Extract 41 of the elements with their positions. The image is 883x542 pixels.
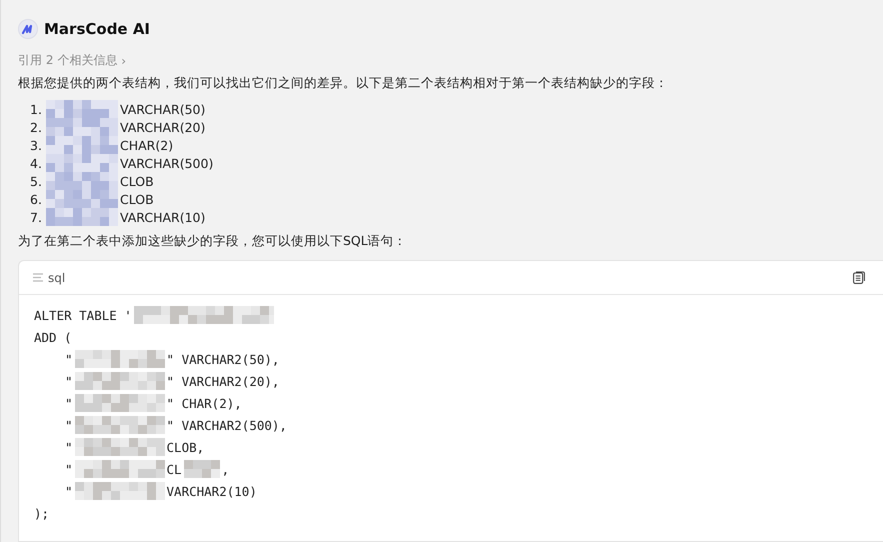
code-text: " <box>65 440 73 454</box>
field-type: VARCHAR(50) <box>120 102 206 116</box>
copy-icon[interactable] <box>853 271 865 284</box>
code-text: ); <box>34 506 50 520</box>
code-text: , <box>222 462 230 476</box>
references-link[interactable]: 引用 2 个相关信息 › <box>18 52 126 69</box>
list-number: 5. <box>30 174 43 188</box>
code-language: sql <box>48 270 66 284</box>
code-text: ADD ( <box>34 330 72 344</box>
assistant-name: MarsCode AI <box>44 20 150 38</box>
field-type: VARCHAR(500) <box>120 156 214 170</box>
lines-icon <box>33 273 43 282</box>
code-text: " <box>65 484 73 498</box>
list-number: 3. <box>30 138 43 152</box>
intro-paragraph: 根据您提供的两个表结构，我们可以找出它们之间的差异。以下是第二个表结构相对于第一个表结构缺少的字段： <box>18 74 669 92</box>
code-text: " <box>65 352 73 366</box>
code-text: CLOB, <box>166 440 204 454</box>
code-text: " <box>65 396 73 410</box>
code-text: " <box>65 374 73 388</box>
list-number: 6. <box>30 192 43 206</box>
field-type: CLOB <box>120 174 154 188</box>
list-number: 1. <box>30 102 43 116</box>
list-number: 7. <box>30 210 43 224</box>
code-text: " VARCHAR2(20), <box>166 374 280 388</box>
code-text: " VARCHAR2(500), <box>166 418 287 432</box>
code-text: " VARCHAR2(50), <box>166 352 280 366</box>
outro-paragraph: 为了在第二个表中添加这些缺少的字段，您可以使用以下SQL语句： <box>18 232 408 250</box>
field-type: VARCHAR(20) <box>120 120 206 134</box>
code-text: CL <box>166 462 182 476</box>
pixelated-redaction <box>184 460 220 478</box>
field-type: VARCHAR(10) <box>120 210 206 224</box>
logo-icon <box>18 19 38 39</box>
code-text: " CHAR(2), <box>166 396 242 410</box>
list-number: 2. <box>30 120 43 134</box>
code-text: " <box>65 462 73 476</box>
code-text: ALTER TABLE ' <box>34 308 132 322</box>
list-number: 4. <box>30 156 43 170</box>
code-text: " <box>65 418 73 432</box>
field-type: CHAR(2) <box>120 138 174 152</box>
field-type: CLOB <box>120 192 154 206</box>
code-text: VARCHAR2(10) <box>166 484 257 498</box>
